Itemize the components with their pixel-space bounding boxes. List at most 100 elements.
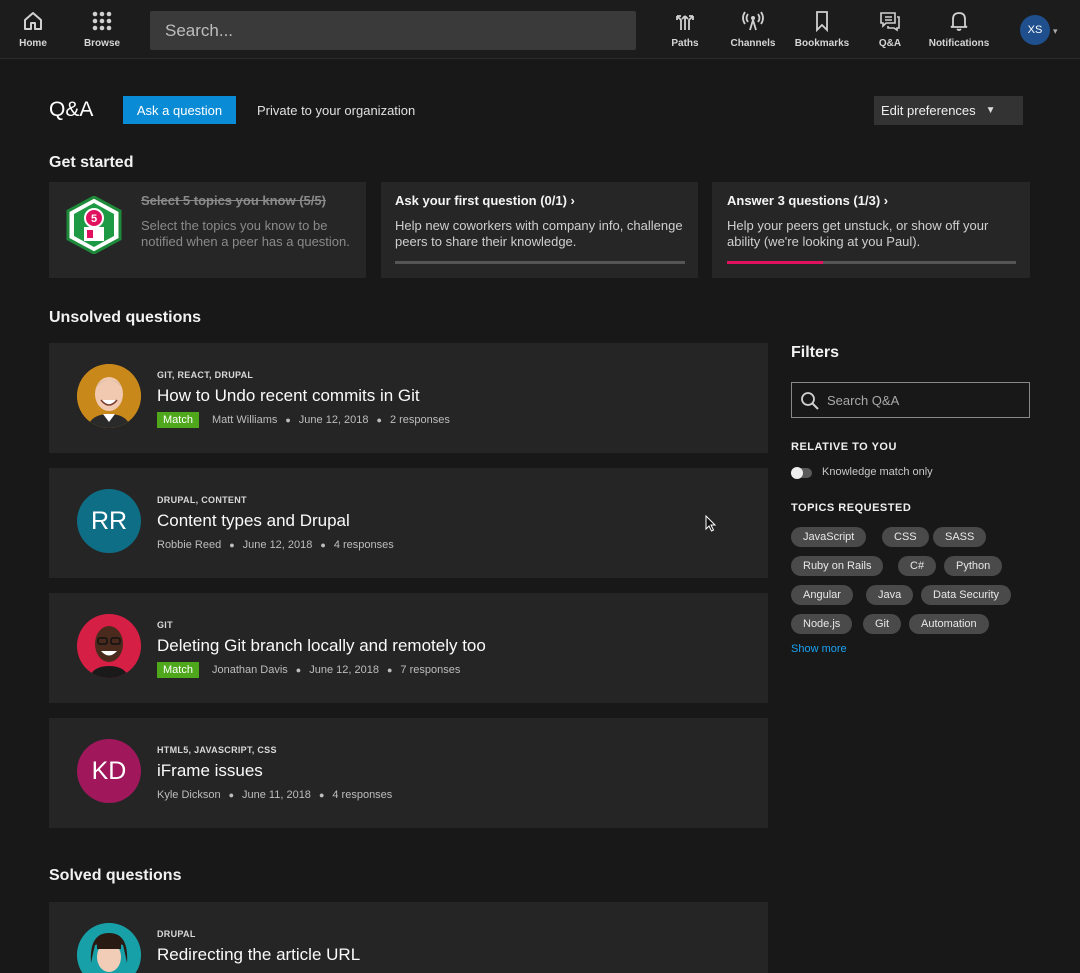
separator-dot: ● — [320, 540, 326, 550]
separator-dot: ● — [376, 415, 382, 425]
show-more-link[interactable]: Show more — [791, 643, 847, 655]
question-card[interactable]: GIT, REACT, DRUPAL How to Undo recent co… — [49, 343, 768, 453]
home-icon — [24, 12, 42, 30]
topic-chip[interactable]: Git — [863, 614, 902, 634]
filter-search-input[interactable] — [827, 383, 1027, 417]
get-started-card-ask[interactable]: Ask your first question (0/1) › Help new… — [381, 182, 698, 278]
question-author[interactable]: Matt Williams — [212, 414, 277, 426]
question-author[interactable]: Jonathan Davis — [212, 664, 288, 676]
question-date: June 12, 2018 — [298, 414, 369, 426]
chevron-down-icon[interactable]: ▾ — [1053, 26, 1058, 37]
nav-channels[interactable]: Channels — [718, 10, 788, 52]
topic-chip[interactable]: Angular — [791, 585, 853, 605]
separator-dot: ● — [295, 665, 302, 675]
global-search-input[interactable] — [150, 11, 636, 50]
avatar: RR — [77, 489, 141, 553]
topic-chip[interactable]: SASS — [933, 527, 987, 547]
separator-dot: ● — [229, 540, 235, 550]
nav-qa-label: Q&A — [878, 38, 902, 49]
question-tags: GIT, REACT, DRUPAL — [157, 370, 254, 380]
question-author[interactable]: Robbie Reed — [157, 539, 221, 551]
nav-browse[interactable]: Browse — [67, 10, 137, 52]
page-title: Q&A — [49, 98, 94, 121]
question-title[interactable]: How to Undo recent commits in Git — [157, 386, 420, 406]
nav-home-label: Home — [19, 38, 47, 49]
chevron-right-icon: › — [570, 193, 575, 208]
edit-preferences-button[interactable]: Edit preferences ▼ — [874, 96, 1023, 125]
answer-card-desc: Help your peers get unstuck, or show off… — [727, 218, 989, 249]
topics-card-title: Select 5 topics you know (5/5) — [141, 193, 326, 208]
question-responses: 7 responses — [400, 664, 461, 676]
question-date: June 11, 2018 — [242, 789, 311, 801]
person-photo-icon — [77, 614, 141, 678]
search-icon — [801, 392, 819, 410]
user-avatar[interactable]: XS — [1020, 15, 1050, 45]
answer-card-title-text: Answer 3 questions (1/3) — [727, 193, 881, 208]
topic-chip[interactable]: Java — [866, 585, 914, 605]
question-date: June 12, 2018 — [242, 539, 313, 551]
question-card[interactable]: KD HTML5, JAVASCRIPT, CSS iFrame issues … — [49, 718, 768, 828]
edit-preferences-label: Edit preferences — [881, 103, 976, 118]
question-card[interactable]: GIT Deleting Git branch locally and remo… — [49, 593, 768, 703]
topic-chip[interactable]: Data Security — [921, 585, 1012, 605]
topic-chip[interactable]: JavaScript — [791, 527, 867, 547]
unsolved-questions-heading: Unsolved questions — [49, 309, 202, 326]
nav-bookmarks-label: Bookmarks — [794, 38, 850, 49]
question-title[interactable]: Redirecting the article URL — [157, 945, 360, 965]
separator-dot: ● — [318, 790, 325, 800]
privacy-note: Private to your organization — [257, 103, 416, 118]
question-date: June 12, 2018 — [309, 664, 379, 676]
nav-home[interactable]: Home — [0, 10, 68, 52]
filter-search-box[interactable] — [791, 382, 1030, 418]
question-responses: 4 responses — [332, 789, 393, 801]
answer-progress-fill — [727, 261, 824, 264]
knowledge-match-toggle[interactable] — [791, 467, 812, 479]
topic-chip[interactable]: C# — [898, 556, 937, 576]
nav-paths[interactable]: Paths — [650, 10, 720, 52]
top-navigation: Home Browse Paths Channels Bookmarks Q&A… — [0, 0, 1080, 59]
topics-card-desc: Select the topics you know to be notifie… — [141, 218, 350, 249]
relative-heading: RELATIVE TO YOU — [791, 441, 897, 453]
bookmark-icon — [816, 11, 828, 32]
get-started-heading: Get started — [49, 154, 134, 171]
topic-chip[interactable]: Automation — [909, 614, 989, 634]
ask-card-title-text: Ask your first question (0/1) — [395, 193, 567, 208]
question-meta: Robbie Reed ● June 12, 2018 ● 4 response… — [157, 539, 394, 551]
nav-qa[interactable]: Q&A — [855, 10, 925, 52]
avatar: KD — [77, 739, 141, 803]
question-title[interactable]: iFrame issues — [157, 761, 263, 781]
question-card[interactable]: RR DRUPAL, CONTENT Content types and Dru… — [49, 468, 768, 578]
question-responses: 2 responses — [389, 414, 450, 426]
avatar — [77, 923, 141, 973]
question-title[interactable]: Deleting Git branch locally and remotely… — [157, 636, 486, 656]
topic-chip[interactable]: Python — [944, 556, 1003, 576]
nav-notifications[interactable]: Notifications — [924, 10, 994, 52]
question-title[interactable]: Content types and Drupal — [157, 511, 350, 531]
question-card[interactable]: DRUPAL Redirecting the article URL — [49, 902, 768, 973]
ask-question-button[interactable]: Ask a question — [123, 96, 236, 124]
question-tags: DRUPAL, CONTENT — [157, 495, 247, 505]
ask-card-title: Ask your first question (0/1) › — [395, 193, 575, 208]
question-author[interactable]: Kyle Dickson — [157, 789, 221, 801]
nav-bookmarks[interactable]: Bookmarks — [787, 10, 857, 52]
question-meta: Kyle Dickson ● June 11, 2018 ● 4 respons… — [157, 789, 392, 801]
get-started-card-answer[interactable]: Answer 3 questions (1/3) › Help your pee… — [712, 182, 1030, 278]
answer-card-title: Answer 3 questions (1/3) › — [727, 193, 888, 208]
filters-heading: Filters — [791, 344, 840, 361]
question-tags: HTML5, JAVASCRIPT, CSS — [157, 745, 277, 755]
nav-notifications-label: Notifications — [928, 38, 990, 49]
question-meta: Match Matt Williams ● June 12, 2018 ● 2 … — [157, 412, 450, 428]
get-started-card-topics[interactable]: 5 Select 5 topics you know (5/5) Select … — [49, 182, 366, 278]
separator-dot: ● — [386, 665, 393, 675]
topic-chip[interactable]: CSS — [882, 527, 929, 547]
nav-paths-label: Paths — [671, 38, 699, 49]
paths-icon — [676, 15, 694, 30]
topic-chip[interactable]: Node.js — [791, 614, 853, 634]
avatar — [77, 364, 141, 428]
ask-card-desc: Help new coworkers with company info, ch… — [395, 218, 683, 249]
person-photo-icon — [77, 923, 141, 973]
separator-dot: ● — [285, 415, 291, 425]
nav-channels-label: Channels — [730, 38, 776, 49]
topic-chip[interactable]: Ruby on Rails — [791, 556, 884, 576]
question-meta: Match Jonathan Davis ● June 12, 2018 ● 7… — [157, 662, 460, 678]
